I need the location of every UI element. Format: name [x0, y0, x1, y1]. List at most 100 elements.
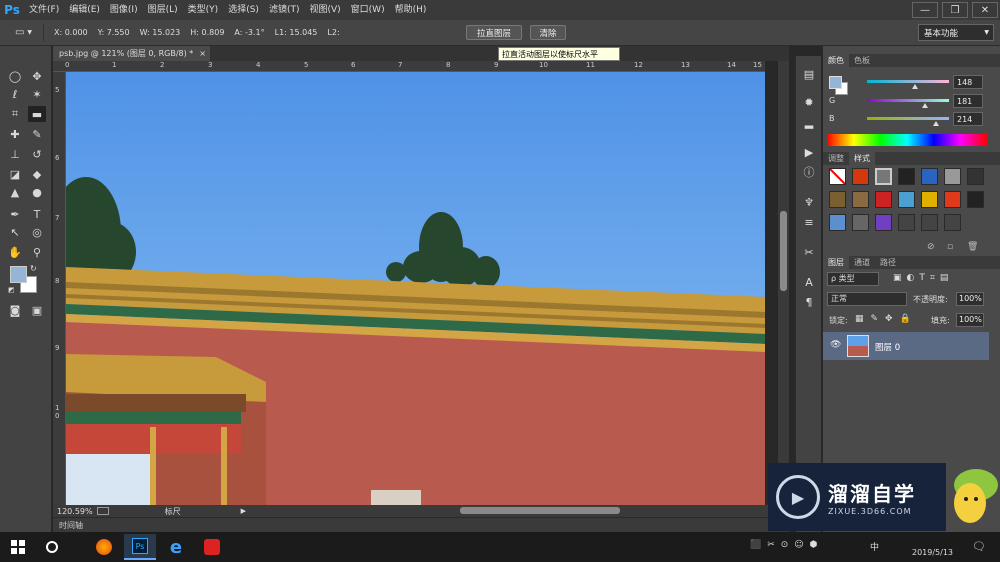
style-swatch[interactable] — [921, 214, 938, 231]
green-slider[interactable] — [867, 99, 949, 102]
red-value-field[interactable]: 148 — [953, 75, 983, 89]
history-icon[interactable]: ▤ — [800, 66, 818, 82]
minimize-button[interactable]: — — [912, 2, 938, 18]
panel-foreground-swatch[interactable] — [829, 76, 842, 89]
vertical-scroll-thumb[interactable] — [780, 211, 787, 291]
type-tool-icon[interactable]: T — [28, 206, 46, 222]
tab-channels[interactable]: 通道 — [849, 256, 875, 269]
menu-edit[interactable]: 编辑(E) — [64, 0, 105, 20]
quick-mask-icon[interactable]: ◙ — [6, 302, 24, 318]
move-tool-icon[interactable]: ✥ — [28, 68, 46, 84]
document-tab[interactable]: psb.jpg @ 121% (图层 0, RGB/8) * × — [53, 46, 210, 61]
style-swatch[interactable] — [967, 168, 984, 185]
marquee-tool-icon[interactable]: ◯ — [6, 68, 24, 84]
color-spectrum-bar[interactable] — [827, 134, 987, 146]
layer-row[interactable]: 👁 图层 0 — [823, 332, 989, 360]
menu-layer[interactable]: 图层(L) — [143, 0, 183, 20]
tool-presets-icon[interactable]: ✂ — [800, 244, 818, 260]
menu-file[interactable]: 文件(F) — [24, 0, 64, 20]
firefox-icon[interactable] — [88, 534, 120, 560]
path-select-icon[interactable]: ↖ — [6, 224, 24, 240]
tab-layers[interactable]: 图层 — [823, 256, 849, 269]
navigator-icon[interactable]: ✹ — [800, 94, 818, 110]
style-swatch-none[interactable] — [829, 168, 846, 185]
actions-icon[interactable]: ▶ — [800, 144, 818, 160]
blend-mode-select[interactable]: 正常 — [827, 292, 907, 306]
hand-tool-icon[interactable]: ✋ — [6, 244, 24, 260]
pen-tool-icon[interactable]: ✒ — [6, 206, 24, 222]
horizontal-scroll-thumb[interactable] — [460, 507, 620, 514]
style-swatch[interactable] — [967, 191, 984, 208]
timeline-panel-tab[interactable]: 时间轴 — [53, 517, 789, 532]
green-slider-thumb[interactable] — [922, 103, 929, 108]
clear-button[interactable]: 清除 — [530, 25, 566, 40]
ime-indicator[interactable]: 中 — [870, 540, 879, 553]
style-swatch[interactable] — [921, 168, 938, 185]
tab-color[interactable]: 颜色 — [823, 54, 849, 67]
healing-brush-icon[interactable]: ✚ — [6, 126, 24, 142]
lasso-tool-icon[interactable]: ℓ — [6, 86, 24, 102]
delete-style-icon[interactable]: 🗑 — [967, 242, 978, 252]
opacity-field[interactable]: 100% — [956, 292, 984, 306]
menu-filter[interactable]: 滤镜(T) — [264, 0, 305, 20]
blue-slider-thumb[interactable] — [932, 121, 939, 126]
close-tab-icon[interactable]: × — [199, 49, 206, 58]
lock-icons[interactable]: ▦✎✥🔒 — [855, 314, 918, 324]
menu-image[interactable]: 图像(I) — [105, 0, 143, 20]
eraser-tool-icon[interactable]: ◪ — [6, 166, 24, 182]
histogram-icon[interactable]: ▂ — [800, 114, 818, 130]
horizontal-scrollbar[interactable] — [440, 505, 778, 517]
straighten-layer-button[interactable]: 拉直图层 — [466, 25, 522, 40]
windows-start-icon[interactable] — [2, 534, 34, 560]
style-swatch[interactable] — [944, 214, 961, 231]
style-swatch[interactable] — [898, 191, 915, 208]
new-style-icon[interactable]: ▫ — [947, 242, 953, 252]
blur-tool-icon[interactable]: ▲ — [6, 184, 24, 200]
blue-value-field[interactable]: 214 — [953, 112, 983, 126]
menu-view[interactable]: 视图(V) — [304, 0, 345, 20]
document-canvas[interactable] — [66, 72, 765, 505]
style-swatch[interactable] — [898, 168, 915, 185]
info-icon[interactable]: ⓘ — [800, 164, 818, 180]
style-swatch[interactable] — [875, 191, 892, 208]
export-icon[interactable] — [96, 507, 109, 515]
close-button[interactable]: ✕ — [972, 2, 998, 18]
dodge-tool-icon[interactable]: ● — [28, 184, 46, 200]
tab-paths[interactable]: 路径 — [875, 256, 901, 269]
vertical-scrollbar[interactable] — [778, 61, 789, 505]
status-menu-arrow-icon[interactable]: ▶ — [241, 507, 246, 515]
layer-filter-icons[interactable]: ▣◐T⌗▤ — [893, 273, 953, 283]
style-swatch[interactable] — [829, 191, 846, 208]
style-swatch[interactable] — [829, 214, 846, 231]
tab-adjustments[interactable]: 调整 — [823, 152, 849, 165]
menu-window[interactable]: 窗口(W) — [346, 0, 390, 20]
photoshop-taskbar-icon[interactable]: Ps — [124, 534, 156, 560]
task-view-icon[interactable] — [36, 534, 68, 560]
tab-swatches[interactable]: 色板 — [849, 54, 875, 67]
swap-colors-icon[interactable]: ↻ — [30, 264, 37, 273]
style-swatch[interactable] — [875, 168, 892, 185]
red-slider[interactable] — [867, 80, 949, 83]
ie-icon[interactable]: e — [160, 534, 192, 560]
screen-mode-icon[interactable]: ▣ — [28, 302, 46, 318]
tool-preset-picker[interactable]: ▭ ▼ — [4, 23, 44, 42]
default-colors-icon[interactable]: ◩ — [8, 286, 15, 294]
clear-style-icon[interactable]: ⊘ — [927, 242, 935, 252]
brush-presets-icon[interactable]: ♆ — [800, 194, 818, 210]
style-swatch[interactable] — [852, 214, 869, 231]
zoom-tool-icon[interactable]: ⚲ — [28, 244, 46, 260]
green-value-field[interactable]: 181 — [953, 94, 983, 108]
restore-button[interactable]: ❐ — [942, 2, 968, 18]
notification-icon[interactable]: 🗨 — [972, 540, 986, 553]
style-swatch[interactable] — [852, 191, 869, 208]
style-swatch[interactable] — [875, 214, 892, 231]
clone-stamp-icon[interactable]: ⊥ — [6, 146, 24, 162]
layer-filter-select[interactable]: ρ 类型 — [827, 272, 879, 286]
history-brush-icon[interactable]: ↺ — [28, 146, 46, 162]
workspace-select[interactable]: 基本功能 ▼ — [918, 24, 994, 41]
style-swatch[interactable] — [944, 191, 961, 208]
menu-type[interactable]: 类型(Y) — [183, 0, 224, 20]
style-swatch[interactable] — [898, 214, 915, 231]
paragraph-icon[interactable]: ¶ — [800, 294, 818, 310]
menu-help[interactable]: 帮助(H) — [390, 0, 432, 20]
